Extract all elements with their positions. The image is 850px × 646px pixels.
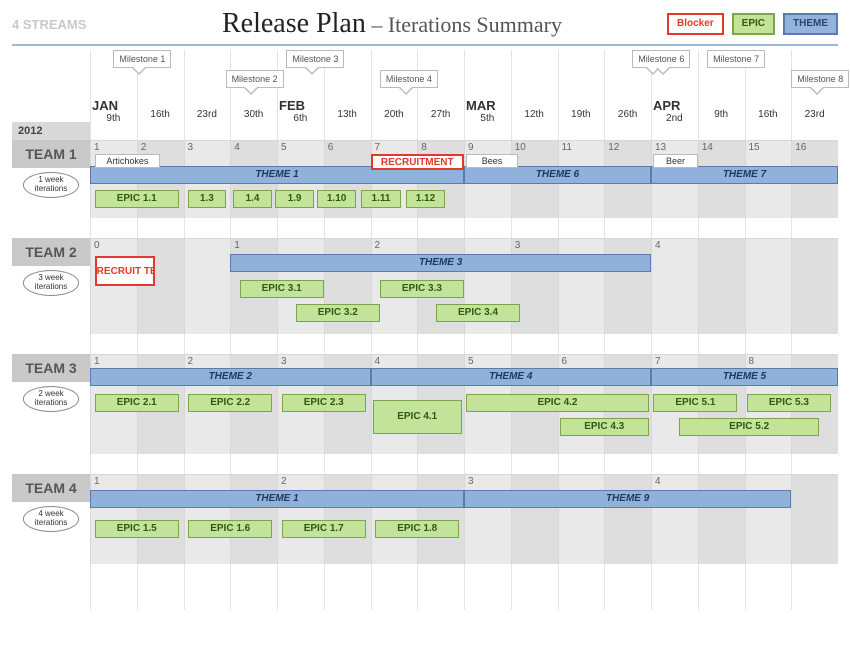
epic-bar[interactable]: EPIC 2.3 <box>282 394 366 412</box>
milestone: Milestone 1 <box>113 50 171 68</box>
theme-bar[interactable]: THEME 4 <box>371 368 652 386</box>
epic-bar[interactable]: EPIC 1.8 <box>375 520 459 538</box>
epic-bar[interactable]: EPIC 4.3 <box>560 418 649 436</box>
epic-bar[interactable]: EPIC 2.2 <box>188 394 272 412</box>
gantt-chart: JAN9th 16th 23rd 30thFEB6th 13th 20th 27… <box>90 50 838 610</box>
legend-epic: EPIC <box>732 13 775 35</box>
epic-bar[interactable]: 1.3 <box>188 190 225 208</box>
theme-bar[interactable]: THEME 7 <box>651 166 838 184</box>
epic-bar[interactable]: EPIC 4.1 <box>373 400 462 434</box>
date-header: JAN9th 16th 23rd 30thFEB6th 13th 20th 27… <box>90 98 838 124</box>
epic-bar[interactable]: EPIC 3.1 <box>240 280 324 298</box>
epic-bar[interactable]: EPIC 4.2 <box>466 394 648 412</box>
header: 4 STREAMS Release Plan – Iterations Summ… <box>12 8 838 46</box>
epic-bar[interactable]: EPIC 5.1 <box>653 394 737 412</box>
team-lane: 12345678910111213141516THEME 1THEME 6THE… <box>90 140 838 218</box>
epic-bar[interactable]: 1.11 <box>361 190 401 208</box>
epic-bar[interactable]: EPIC 3.3 <box>380 280 464 298</box>
epic-bar[interactable]: 1.4 <box>233 190 273 208</box>
epic-bar[interactable]: EPIC 5.2 <box>679 418 819 436</box>
iteration-pill: 1 week iterations <box>23 172 79 198</box>
page-title: Release Plan – Iterations Summary <box>117 8 667 40</box>
legend-theme: THEME <box>783 13 838 35</box>
iteration-pill: 2 week iterations <box>23 386 79 412</box>
note-bar[interactable]: Beer <box>653 154 697 168</box>
team-name: TEAM 3 <box>12 354 90 382</box>
theme-bar[interactable]: THEME 2 <box>90 368 371 386</box>
team-lane: 01234THEME 3EPIC 3.1EPIC 3.2EPIC 3.3EPIC… <box>90 238 838 334</box>
epic-bar[interactable]: EPIC 1.1 <box>95 190 179 208</box>
epic-bar[interactable]: EPIC 1.7 <box>282 520 366 538</box>
iteration-pill: 4 week iterations <box>23 506 79 532</box>
milestone: Milestone 6 <box>632 50 690 68</box>
milestone: Milestone 7 <box>707 50 765 68</box>
legend-blocker: Blocker <box>667 13 724 35</box>
theme-bar[interactable]: THEME 3 <box>230 254 651 272</box>
legend: Blocker EPIC THEME <box>667 13 838 35</box>
team-name: TEAM 1 <box>12 140 90 168</box>
block-bar[interactable]: RECRUITMENT <box>371 154 465 170</box>
epic-bar[interactable]: EPIC 1.6 <box>188 520 272 538</box>
team-lane: 1234THEME 1THEME 9EPIC 1.5EPIC 1.6EPIC 1… <box>90 474 838 564</box>
iteration-pill: 3 week iterations <box>23 270 79 296</box>
epic-bar[interactable]: 1.9 <box>275 190 315 208</box>
team-lane: 12345678THEME 2THEME 4THEME 5EPIC 2.1EPI… <box>90 354 838 454</box>
milestone: Milestone 3 <box>286 50 344 68</box>
theme-bar[interactable]: THEME 9 <box>464 490 791 508</box>
team-name: TEAM 4 <box>12 474 90 502</box>
epic-bar[interactable]: 1.10 <box>317 190 357 208</box>
epic-bar[interactable]: EPIC 5.3 <box>747 394 831 412</box>
year-label: 2012 <box>12 122 90 140</box>
epic-bar[interactable]: EPIC 1.5 <box>95 520 179 538</box>
theme-bar[interactable]: THEME 6 <box>464 166 651 184</box>
stream-count: 4 STREAMS <box>12 17 117 32</box>
team-name: TEAM 2 <box>12 238 90 266</box>
block-bar[interactable]: RECRUIT TEAM <box>95 256 156 286</box>
milestone: Milestone 8 <box>791 70 849 88</box>
epic-bar[interactable]: EPIC 2.1 <box>95 394 179 412</box>
title-main: Release Plan <box>222 8 366 39</box>
epic-bar[interactable]: 1.12 <box>406 190 446 208</box>
milestone: Milestone 4 <box>380 70 438 88</box>
note-bar[interactable]: Artichokes <box>95 154 160 168</box>
milestone: Milestone 2 <box>226 70 284 88</box>
epic-bar[interactable]: EPIC 3.2 <box>296 304 380 322</box>
note-bar[interactable]: Bees <box>466 154 517 168</box>
theme-bar[interactable]: THEME 5 <box>651 368 838 386</box>
theme-bar[interactable]: THEME 1 <box>90 490 464 508</box>
epic-bar[interactable]: EPIC 3.4 <box>436 304 520 322</box>
title-sub: Iterations Summary <box>388 12 562 37</box>
